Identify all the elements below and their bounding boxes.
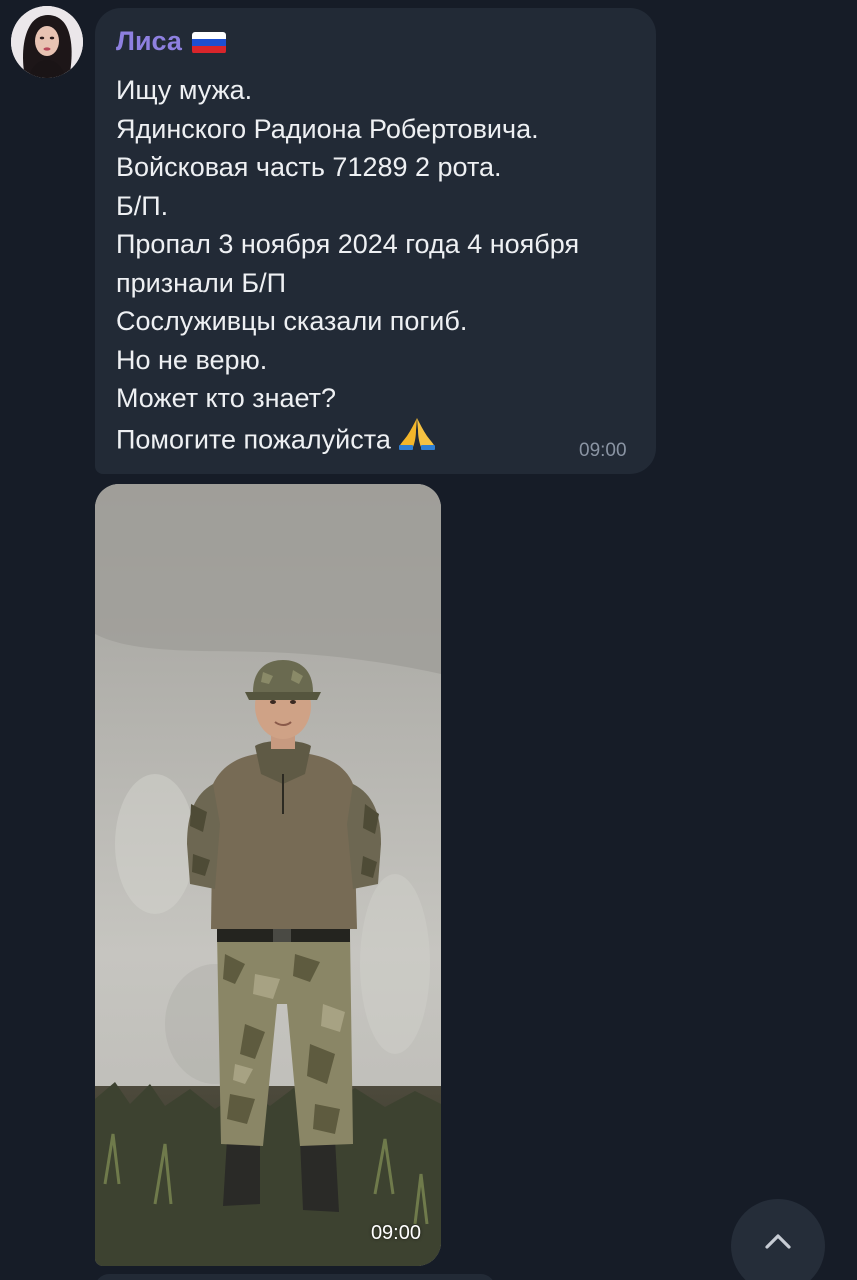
message-line: Сослуживцы сказали погиб. <box>116 306 468 336</box>
chevron-up-icon <box>765 1234 791 1249</box>
photo-image <box>95 484 441 1266</box>
next-message-bubble[interactable] <box>95 1274 495 1280</box>
message-line: Ищу мужа. <box>116 75 253 105</box>
message-line: Пропал 3 ноября 2024 года 4 ноября <box>116 229 580 259</box>
message-line: Помогите пожалуйста <box>116 423 391 454</box>
russia-flag-icon <box>191 31 226 54</box>
message-line-last: Помогите пожалуйста <box>116 417 579 457</box>
message-timestamp: 09:00 <box>579 440 627 461</box>
message-text: Ищу мужа. Ядинского Радиона Робертовича.… <box>116 71 579 456</box>
message-line: Может кто знает? <box>116 383 337 413</box>
message-bubble[interactable]: Лиса Ищу мужа. Ядинского Радиона Роберто… <box>95 8 656 474</box>
avatar[interactable] <box>11 6 83 78</box>
sender-name[interactable]: Лиса <box>116 26 182 57</box>
photo-message[interactable]: 09:00 <box>95 484 441 1266</box>
message-line: признали Б/П <box>116 267 286 298</box>
chat-screen: Лиса Ищу мужа. Ядинского Радиона Роберто… <box>0 0 857 1280</box>
message-line: Войсковая часть 71289 2 рота. <box>116 152 502 182</box>
message-line: Но не верю. <box>116 344 268 375</box>
message-line: Б/П. <box>116 190 169 221</box>
scroll-button[interactable] <box>731 1199 825 1280</box>
sender-header[interactable]: Лиса <box>116 26 226 57</box>
photo-timestamp: 09:00 <box>370 1222 421 1244</box>
message-line: Ядинского Радиона Робертовича. <box>116 113 539 144</box>
folded-hands-icon <box>397 414 437 461</box>
